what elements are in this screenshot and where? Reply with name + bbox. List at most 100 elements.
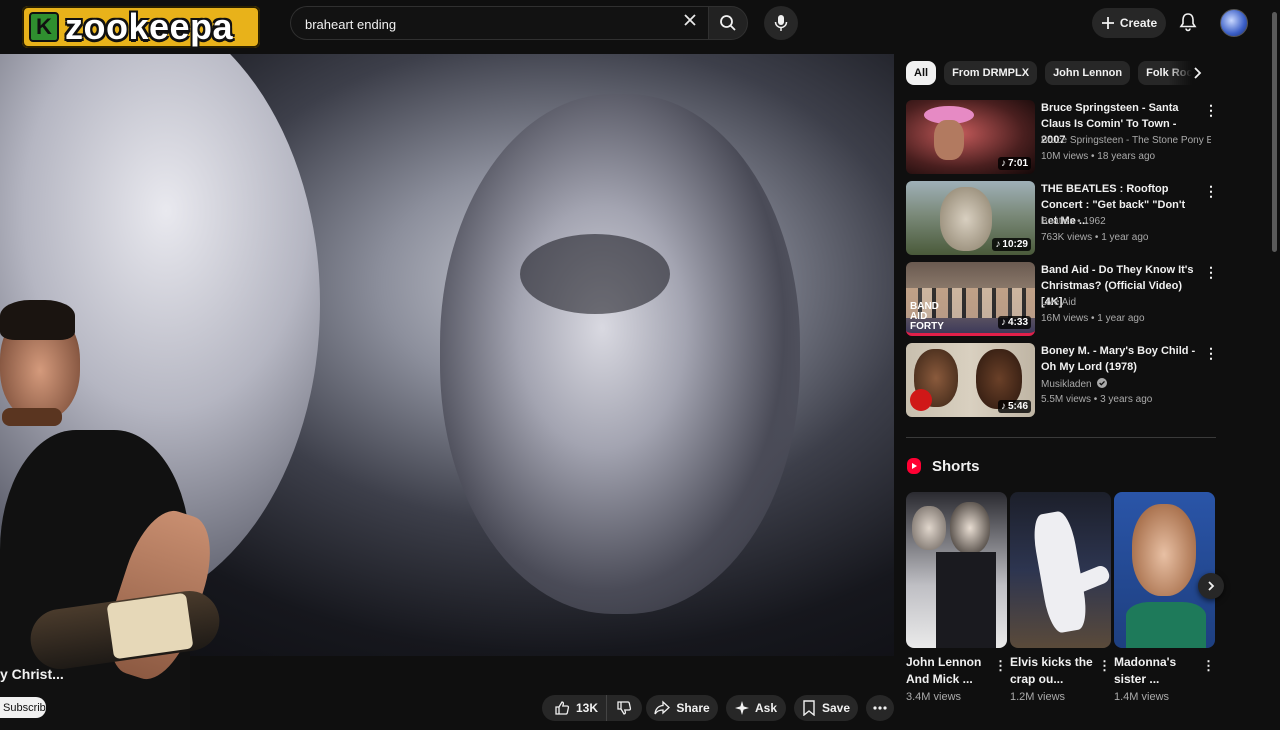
- share-label: Share: [676, 701, 710, 715]
- shorts-heading: Shorts: [906, 455, 980, 477]
- band-aid-logo: BAND AID FORTY: [910, 301, 944, 332]
- short-thumbnail[interactable]: [1114, 492, 1215, 648]
- logo-k-badge: K: [29, 12, 59, 42]
- verified-badge-icon: [1097, 378, 1108, 388]
- shorts-next-button[interactable]: [1198, 573, 1224, 599]
- short-title[interactable]: John Lennon And Mick ...: [906, 654, 992, 688]
- microphone-icon: [774, 15, 788, 31]
- share-button[interactable]: Share: [646, 695, 718, 721]
- more-options-icon[interactable]: ⋮: [1098, 658, 1111, 674]
- video-thumbnail[interactable]: ♪ 7:01: [906, 100, 1035, 174]
- short-item[interactable]: John Lennon And Mick ... 3.4M views ⋮: [906, 492, 1007, 703]
- notifications-bell-icon[interactable]: [1178, 12, 1198, 32]
- more-options-icon[interactable]: ⋮: [1202, 658, 1215, 674]
- like-count: 13K: [576, 701, 599, 715]
- video-title: y Christ...: [0, 666, 64, 682]
- search-button[interactable]: [708, 6, 748, 40]
- music-note-icon: ♪: [995, 239, 1001, 250]
- recommended-video[interactable]: ♪ 10:29 THE BEATLES : Rooftop Concert : …: [906, 181, 1218, 257]
- short-item[interactable]: Madonna's sister ... 1.4M views ⋮: [1114, 492, 1215, 703]
- save-label: Save: [821, 701, 851, 715]
- dislike-button[interactable]: [607, 695, 641, 721]
- plus-icon: [1101, 17, 1114, 29]
- video-meta: 763K views • 1 year ago: [1041, 232, 1149, 243]
- share-icon: [654, 700, 671, 715]
- ask-button[interactable]: Ask: [726, 695, 786, 721]
- channel-name[interactable]: Live Aid: [1041, 297, 1211, 308]
- chip-all[interactable]: All: [906, 61, 937, 85]
- zookeepa-logo[interactable]: K zookeepa: [22, 6, 260, 48]
- search-bar: [290, 6, 710, 41]
- thumbs-down-icon: [617, 701, 632, 715]
- like-dislike-group: 13K: [542, 695, 642, 721]
- search-icon: [720, 15, 736, 31]
- more-actions-button[interactable]: [866, 695, 894, 721]
- channel-name-text: Musikladen: [1041, 379, 1092, 390]
- video-meta: 16M views • 1 year ago: [1041, 313, 1145, 324]
- music-note-icon: ♪: [1000, 317, 1006, 328]
- video-meta: 5.5M views • 3 years ago: [1041, 394, 1153, 405]
- recommended-video[interactable]: ♪ 7:01 Bruce Springsteen - Santa Claus I…: [906, 100, 1218, 176]
- clear-search-icon[interactable]: [682, 12, 698, 28]
- shorts-heading-text: Shorts: [932, 457, 980, 475]
- short-title[interactable]: Madonna's sister ...: [1114, 654, 1200, 688]
- webcam-bottle-label: [106, 592, 194, 660]
- channel-name[interactable]: Musikladen: [1041, 378, 1211, 390]
- ask-label: Ask: [754, 701, 777, 715]
- video-duration: ♪ 4:33: [997, 316, 1031, 329]
- subscribe-button[interactable]: Subscrib: [0, 697, 46, 718]
- more-horizontal-icon: [873, 706, 887, 710]
- short-views: 1.4M views: [1114, 691, 1170, 703]
- video-duration: ♪ 7:01: [997, 157, 1031, 170]
- channel-name[interactable]: Beatles • 1962: [1041, 216, 1211, 227]
- short-item[interactable]: Elvis kicks the crap ou... 1.2M views ⋮: [1010, 492, 1111, 703]
- short-views: 1.2M views: [1010, 691, 1066, 703]
- create-button[interactable]: Create: [1092, 8, 1166, 38]
- search-input[interactable]: [303, 7, 677, 41]
- page-scrollbar[interactable]: [1272, 12, 1277, 252]
- video-duration-text: 10:29: [1002, 239, 1028, 250]
- video-duration: ♪ 10:29: [992, 238, 1031, 251]
- voice-search-button[interactable]: [764, 6, 798, 40]
- more-options-icon[interactable]: ⋮: [1204, 102, 1218, 118]
- music-note-icon: ♪: [1000, 401, 1006, 412]
- create-label: Create: [1119, 16, 1158, 30]
- streamer-webcam-overlay: [0, 300, 270, 730]
- video-frame-shadow: [520, 234, 670, 314]
- more-options-icon[interactable]: ⋮: [1204, 345, 1218, 361]
- chip-from-drmplx[interactable]: From DRMPLX: [944, 61, 1038, 85]
- short-thumbnail[interactable]: [906, 492, 1007, 648]
- video-title[interactable]: Boney M. - Mary's Boy Child - Oh My Lord…: [1041, 343, 1203, 375]
- account-avatar[interactable]: [1220, 9, 1248, 37]
- webcam-hair: [0, 300, 75, 340]
- chevron-right-icon[interactable]: [1188, 64, 1206, 82]
- chip-john-lennon[interactable]: John Lennon: [1045, 61, 1131, 85]
- video-thumbnail[interactable]: ♪ 10:29: [906, 181, 1035, 255]
- video-duration: ♪ 5:46: [997, 400, 1031, 413]
- short-title[interactable]: Elvis kicks the crap ou...: [1010, 654, 1096, 688]
- video-meta: 10M views • 18 years ago: [1041, 151, 1156, 162]
- logo-text: zookeepa: [65, 6, 234, 47]
- short-thumbnail[interactable]: [1010, 492, 1111, 648]
- recommended-video[interactable]: ♪ 5:46 Boney M. - Mary's Boy Child - Oh …: [906, 343, 1218, 419]
- video-duration-text: 5:46: [1007, 401, 1028, 412]
- video-thumbnail[interactable]: BAND AID FORTY ♪ 4:33: [906, 262, 1035, 336]
- more-options-icon[interactable]: ⋮: [1204, 183, 1218, 199]
- video-thumbnail[interactable]: ♪ 5:46: [906, 343, 1035, 417]
- like-button[interactable]: 13K: [542, 695, 608, 721]
- more-options-icon[interactable]: ⋮: [1204, 264, 1218, 280]
- save-button[interactable]: Save: [794, 695, 858, 721]
- shorts-logo-icon: [907, 458, 921, 474]
- recommended-video[interactable]: BAND AID FORTY ♪ 4:33 Band Aid - Do They K…: [906, 262, 1218, 338]
- short-views: 3.4M views: [906, 691, 962, 703]
- channel-name[interactable]: Bruce Springsteen - The Stone Pony ES: [1041, 135, 1211, 146]
- more-options-icon[interactable]: ⋮: [994, 658, 1007, 674]
- video-duration-text: 7:01: [1007, 158, 1028, 169]
- music-note-icon: ♪: [1000, 158, 1006, 169]
- filter-chips: All From DRMPLX John Lennon Folk Rock: [906, 61, 1202, 85]
- thumbs-up-icon: [555, 701, 570, 715]
- webcam-sunglasses: [2, 408, 62, 426]
- video-frame-right-face: [440, 94, 800, 614]
- video-duration-text: 4:33: [1007, 317, 1028, 328]
- bookmark-icon: [803, 700, 815, 716]
